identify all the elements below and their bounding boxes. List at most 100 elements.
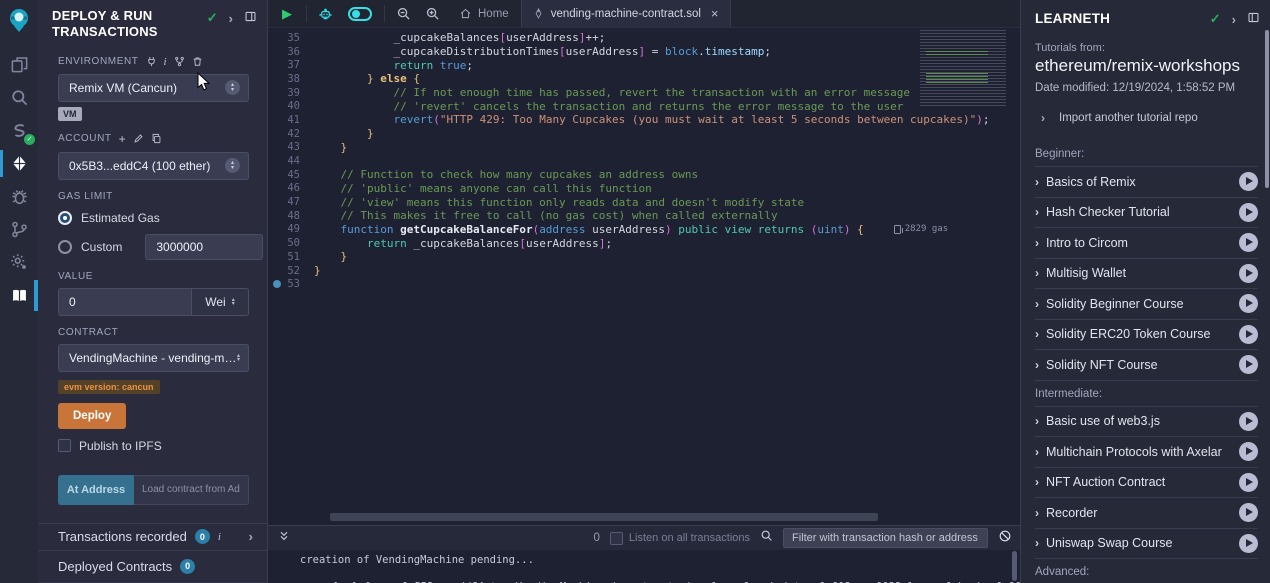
git-icon[interactable] (0, 213, 38, 246)
code-line[interactable]: 40 // 'revert' cancels the transaction a… (268, 99, 1020, 113)
play-tutorial-button[interactable] (1239, 473, 1258, 492)
code-line[interactable]: 42 } (268, 127, 1020, 141)
code-line[interactable]: 38 } else { (268, 72, 1020, 86)
minimap[interactable] (920, 30, 1006, 108)
trash-icon[interactable] (192, 56, 203, 67)
listen-checkbox[interactable] (610, 532, 623, 545)
play-tutorial-button[interactable] (1239, 233, 1258, 252)
line-number[interactable]: 49 (268, 223, 314, 235)
tutorial-item[interactable]: ›Solidity ERC20 Token Course (1035, 320, 1258, 351)
tutorial-item[interactable]: › Solidity Beginner Course (1035, 289, 1258, 320)
tutorial-item[interactable]: ›Multichain Protocols with Axelar (1035, 437, 1258, 468)
line-number[interactable]: 45 (268, 169, 314, 181)
line-number[interactable]: 51 (268, 251, 314, 263)
line-number[interactable]: 44 (268, 155, 314, 167)
tutorial-item[interactable]: › Uniswap Swap Course (1035, 529, 1258, 560)
line-number[interactable]: 53 (268, 278, 314, 290)
listen-all-transactions[interactable]: Listen on all transactions (610, 532, 750, 545)
remix-logo[interactable] (0, 0, 38, 40)
breakpoint-dot[interactable] (273, 280, 281, 288)
line-number[interactable]: 48 (268, 210, 314, 222)
chevron-right-icon[interactable]: › (1035, 266, 1039, 280)
custom-gas-option[interactable]: Custom (58, 234, 249, 260)
tutorial-item[interactable]: ›Basic use of web3.js (1035, 407, 1258, 438)
transaction-filter-input[interactable] (783, 528, 988, 548)
estimated-gas-radio[interactable] (58, 211, 72, 225)
chevron-right-icon[interactable]: › (1035, 358, 1039, 372)
code-line[interactable]: 51 } (268, 250, 1020, 264)
tab-vending-machine-contract[interactable]: vending-machine-contract.sol × (521, 0, 731, 27)
custom-gas-radio[interactable] (58, 240, 72, 254)
tutorial-name[interactable]: Solidity ERC20 Token Course (1046, 327, 1232, 341)
tutorial-name[interactable]: Solidity NFT Course (1046, 358, 1232, 372)
line-number[interactable]: 36 (268, 46, 314, 58)
play-tutorial-button[interactable] (1239, 412, 1258, 431)
tutorial-item[interactable]: ›Multisig Wallet (1035, 259, 1258, 290)
edit-icon[interactable] (133, 133, 144, 144)
close-tab-icon[interactable]: × (711, 6, 719, 21)
environment-select[interactable]: Remix VM (Cancun) ▴▾ (58, 74, 249, 102)
line-number[interactable]: 43 (268, 141, 314, 153)
play-tutorial-button[interactable] (1239, 294, 1258, 313)
code-line[interactable]: 49 function getCupcakeBalanceFor(address… (268, 223, 1020, 237)
tutorial-item[interactable]: ›NFT Auction Contract (1035, 468, 1258, 499)
deploy-run-icon[interactable] (0, 147, 38, 180)
code-line[interactable]: 47 // 'view' means this function only re… (268, 195, 1020, 209)
code-line[interactable]: 53 (268, 277, 1020, 291)
chevron-right-icon[interactable]: › (1035, 506, 1039, 520)
panel-pin-icon[interactable] (244, 10, 257, 26)
code-line[interactable]: 52} (268, 264, 1020, 278)
tutorial-name[interactable]: Solidity Beginner Course (1046, 297, 1232, 311)
terminal-search-icon[interactable] (760, 529, 773, 547)
code-line[interactable]: 48 // This makes it free to call (no gas… (268, 209, 1020, 223)
line-number[interactable]: 50 (268, 237, 314, 249)
play-tutorial-button[interactable] (1239, 203, 1258, 222)
tutorial-name[interactable]: Multichain Protocols with Axelar (1046, 445, 1232, 459)
play-tutorial-button[interactable] (1239, 442, 1258, 461)
terminal-scrollbar[interactable] (1012, 551, 1017, 581)
custom-gas-input[interactable] (145, 234, 263, 260)
code-line[interactable]: 37 return true; (268, 58, 1020, 72)
horizontal-scrollbar[interactable] (330, 513, 878, 521)
play-tutorial-button[interactable] (1239, 503, 1258, 522)
tutorial-name[interactable]: Basics of Remix (1046, 175, 1232, 189)
import-tutorial-repo[interactable]: › Import another tutorial repo (1035, 111, 1270, 125)
play-tutorial-button[interactable] (1239, 355, 1258, 374)
learneth-pin-icon[interactable] (1247, 11, 1260, 27)
chevron-right-icon[interactable]: › (1035, 475, 1039, 489)
code-line[interactable]: 50 return _cupcakeBalances[userAddress]; (268, 236, 1020, 250)
clear-console-icon[interactable] (998, 529, 1012, 548)
tutorial-name[interactable]: Hash Checker Tutorial (1046, 205, 1232, 219)
ai-copilot-toggle[interactable] (348, 7, 372, 21)
tutorial-name[interactable]: Recorder (1046, 506, 1232, 520)
chevron-right-icon[interactable]: › (1035, 297, 1039, 311)
add-account-icon[interactable]: + (119, 132, 127, 146)
line-number[interactable]: 52 (268, 265, 314, 277)
code-line[interactable]: 43 } (268, 141, 1020, 155)
code-line[interactable]: 36 _cupcakeDistributionTimes[userAddress… (268, 45, 1020, 59)
contract-select[interactable]: VendingMachine - vending-machin ▴▾ (58, 344, 249, 372)
tutorial-item[interactable]: › Solidity NFT Course (1035, 350, 1258, 381)
code-line[interactable]: 46 // 'public' means anyone can call thi… (268, 182, 1020, 196)
transactions-recorded-row[interactable]: Transactions recorded 0 i › (38, 523, 267, 551)
tutorial-name[interactable]: Uniswap Swap Course (1046, 536, 1232, 550)
plug-icon[interactable] (146, 56, 157, 67)
line-number[interactable]: 37 (268, 59, 314, 71)
play-tutorial-button[interactable] (1239, 264, 1258, 283)
account-select[interactable]: 0x5B3...eddC4 (100 ether) ▴▾ (58, 152, 249, 180)
chevron-right-icon[interactable]: › (1035, 536, 1039, 550)
play-tutorial-button[interactable] (1239, 534, 1258, 553)
file-explorer-icon[interactable] (0, 48, 38, 81)
code-line[interactable]: 35 _cupcakeBalances[userAddress]++; (268, 31, 1020, 45)
chevron-right-icon[interactable]: › (1035, 205, 1039, 219)
copy-icon[interactable] (151, 133, 162, 144)
publish-ipfs-option[interactable]: Publish to IPFS (58, 439, 249, 453)
transactions-expand-icon[interactable]: › (249, 529, 253, 544)
learneth-icon[interactable] (0, 279, 38, 312)
transactions-info-icon[interactable]: i (218, 531, 221, 543)
line-number[interactable]: 47 (268, 196, 314, 208)
play-tutorial-button[interactable] (1239, 172, 1258, 191)
play-tutorial-button[interactable] (1239, 325, 1258, 344)
code-line[interactable]: 39 // If not enough time has passed, rev… (268, 86, 1020, 100)
at-address-input[interactable] (134, 475, 249, 505)
